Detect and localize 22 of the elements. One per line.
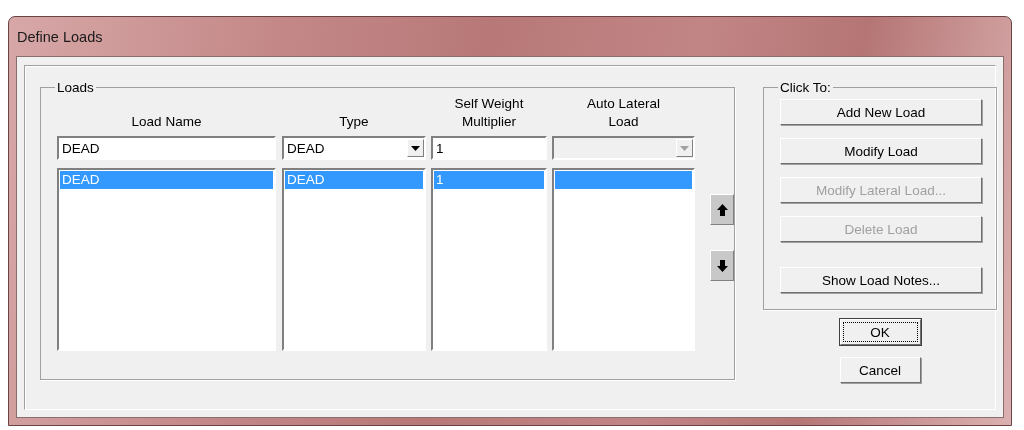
group-label: Loads (56, 80, 95, 95)
multiplier-field[interactable]: 1 (431, 136, 547, 160)
column-header: Self Weight Multiplier (453, 95, 525, 131)
column-header: Load Name (131, 113, 202, 131)
column-header: Type (339, 113, 369, 131)
type-dropdown[interactable]: DEAD (282, 136, 426, 160)
down-arrow-icon (716, 259, 728, 272)
group-label: Click To: (779, 80, 832, 95)
action-button[interactable]: Show Load Notes... (780, 267, 982, 293)
dropdown-arrow-icon (680, 145, 689, 151)
action-button[interactable]: Add New Load (780, 99, 982, 125)
action-button[interactable]: Modify Load (780, 138, 982, 164)
up-arrow-icon (716, 203, 728, 216)
move-up-button[interactable] (710, 194, 734, 225)
dialog-button[interactable]: Cancel (839, 357, 921, 383)
column-header: Auto Lateral Load (586, 95, 661, 131)
load-name-field[interactable]: DEAD (57, 136, 276, 160)
auto-lateral-list[interactable] (552, 168, 695, 351)
window-title: Define Loads (17, 28, 103, 45)
dropdown-arrow-icon (411, 145, 420, 151)
dialog-button[interactable]: OK (839, 319, 921, 345)
move-down-button[interactable] (710, 250, 734, 281)
